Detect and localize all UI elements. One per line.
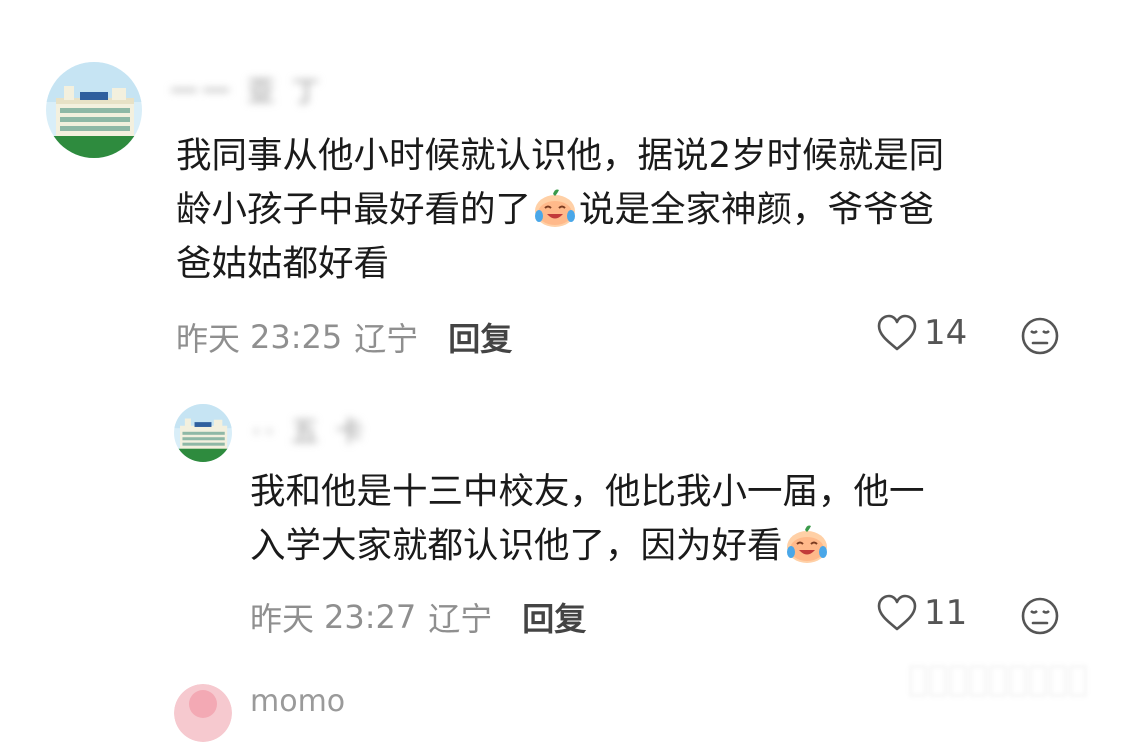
username[interactable]: momo <box>250 684 345 719</box>
comment-date: 昨天 <box>250 600 315 638</box>
crying-laughing-emoji-icon <box>532 186 578 228</box>
comment-text: 我同事从他小时候就认识他，据说2岁时候就是同 龄小孩子中最好看的了 说是全家神颜… <box>176 129 1076 291</box>
like-count: 14 <box>924 313 968 353</box>
like-count: 11 <box>924 593 968 633</box>
meh-face-icon[interactable] <box>1020 596 1060 636</box>
comment-line: 入学大家就都认识他了，因为好看 <box>250 519 1070 573</box>
heart-outline-icon <box>876 594 918 632</box>
like-button[interactable]: 11 <box>876 593 967 633</box>
comment-line: 爸姑姑都好看 <box>176 243 390 284</box>
comment-meta: 昨天 23:27 辽宁 回复 <box>250 594 586 640</box>
heart-outline-icon <box>876 314 918 352</box>
comment-line: 我和他是十三中校友，他比我小一届，他一 <box>250 471 925 512</box>
comment-text: 我和他是十三中校友，他比我小一届，他一 入学大家就都认识他了，因为好看 <box>250 465 1070 573</box>
comment-time: 23:25 <box>250 318 343 356</box>
comment-location: 辽宁 <box>354 320 419 358</box>
avatar[interactable] <box>174 684 232 742</box>
comment-line: 我同事从他小时候就认识他，据说2岁时候就是同 <box>176 135 945 176</box>
avatar[interactable] <box>46 62 142 158</box>
username[interactable]: 一一 亚 丁 <box>170 70 324 110</box>
username[interactable]: ·· 五 卡 <box>252 410 368 450</box>
comment-date: 昨天 <box>176 320 241 358</box>
comment-line: 龄小孩子中最好看的了 说是全家神颜，爷爷爸 <box>176 183 1076 237</box>
crying-laughing-emoji-icon <box>784 522 830 564</box>
comment-time: 23:27 <box>324 598 417 636</box>
watermark <box>910 666 1110 696</box>
reply-button[interactable]: 回复 <box>448 314 512 360</box>
like-button[interactable]: 14 <box>876 313 967 353</box>
comment-location: 辽宁 <box>428 600 493 638</box>
meh-face-icon[interactable] <box>1020 316 1060 356</box>
comment-meta: 昨天 23:25 辽宁 回复 <box>176 314 512 360</box>
avatar[interactable] <box>174 404 232 462</box>
reply-button[interactable]: 回复 <box>522 594 586 640</box>
